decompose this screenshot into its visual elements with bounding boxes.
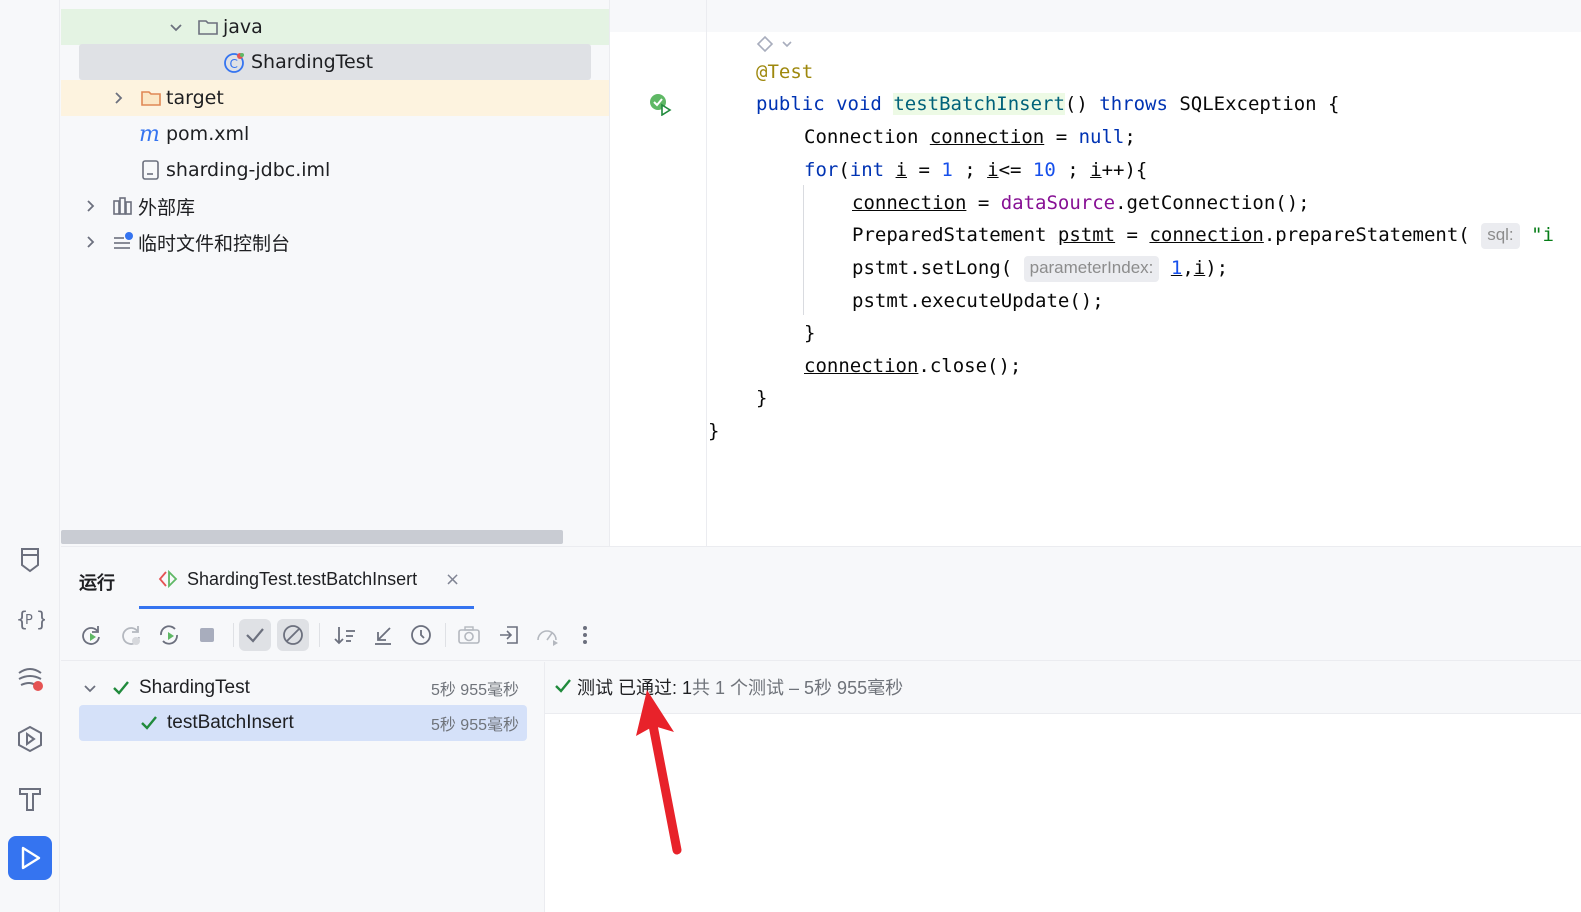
rerun-failed-icon[interactable] xyxy=(115,619,147,651)
build-icon[interactable] xyxy=(8,777,52,821)
tree-item-label: java xyxy=(223,16,263,38)
tree-item-java[interactable]: java xyxy=(61,9,609,45)
tree-item-shardingtest[interactable]: C ShardingTest xyxy=(79,44,591,80)
run-tabs: 运行 ShardingTest.testBatchInsert × xyxy=(61,547,1581,609)
tree-item-pom[interactable]: m pom.xml xyxy=(61,116,609,152)
tree-item-iml[interactable]: sharding-jdbc.iml xyxy=(61,152,609,188)
maven-icon: m xyxy=(139,121,160,147)
tool-window-strip: {}P xyxy=(0,0,60,912)
code-line: connection = dataSource.getConnection(); xyxy=(852,192,1310,214)
history-icon[interactable] xyxy=(405,619,437,651)
sort-icon[interactable] xyxy=(329,619,361,651)
horizontal-scrollbar[interactable] xyxy=(61,530,563,544)
collapse-all-icon[interactable] xyxy=(367,619,399,651)
ai-assistant-icon[interactable] xyxy=(755,33,795,55)
profiler-icon[interactable] xyxy=(531,619,563,651)
test-suite-time: 5秒 955毫秒 xyxy=(430,682,519,699)
test-results-tree: ShardingTest 5秒 955毫秒 testBatchInsert 5秒… xyxy=(61,662,545,912)
tab-label: ShardingTest.testBatchInsert xyxy=(187,569,418,589)
structure-icon[interactable]: {}P xyxy=(8,597,52,641)
tree-item-label: ShardingTest xyxy=(251,51,374,73)
folder-icon xyxy=(141,91,161,106)
tree-item-label: sharding-jdbc.iml xyxy=(166,159,331,181)
passed-check-icon xyxy=(141,716,157,730)
library-icon xyxy=(113,197,132,215)
code-line: Connection connection = null; xyxy=(804,126,1136,148)
test-method-row[interactable]: testBatchInsert 5秒 955毫秒 xyxy=(79,705,527,741)
code-annotation: @Test xyxy=(756,61,814,83)
tree-item-label: 临时文件和控制台 xyxy=(138,232,291,255)
code-line: PreparedStatement pstmt = connection.pre… xyxy=(852,220,1554,250)
test-output[interactable]: 测试 已通过: 1共 1 个测试 – 5秒 955毫秒 xyxy=(545,662,1581,912)
bookmarks-icon[interactable] xyxy=(8,538,52,582)
more-options-icon[interactable] xyxy=(569,619,601,651)
chevron-down-icon[interactable] xyxy=(169,20,183,34)
code-line: } xyxy=(756,387,768,409)
tree-item-label: target xyxy=(166,87,224,109)
file-icon xyxy=(142,160,159,180)
red-arrow-annotation xyxy=(636,690,682,855)
show-passed-icon[interactable] xyxy=(239,619,271,651)
folder-icon xyxy=(198,20,218,35)
project-tree: java C ShardingTest target m pom.xml sha… xyxy=(61,0,609,546)
test-suite-label: ShardingTest xyxy=(139,677,250,698)
tab-sharding-test[interactable]: ShardingTest.testBatchInsert × xyxy=(139,547,474,609)
chevron-right-icon[interactable] xyxy=(83,199,97,213)
chevron-right-icon[interactable] xyxy=(111,91,125,105)
run-test-gutter-icon[interactable] xyxy=(648,92,672,116)
code-line: pstmt.executeUpdate(); xyxy=(852,290,1104,312)
test-suite-row[interactable]: ShardingTest 5秒 955毫秒 xyxy=(79,670,527,706)
code-line: } xyxy=(804,322,816,344)
problems-icon[interactable] xyxy=(8,657,52,701)
param-hint: parameterIndex: xyxy=(1023,255,1160,282)
passed-check-icon xyxy=(113,681,129,695)
import-icon[interactable] xyxy=(493,619,525,651)
services-icon[interactable] xyxy=(8,717,52,761)
param-hint: sql: xyxy=(1481,222,1520,249)
test-status-bar: 测试 已通过: 1共 1 个测试 – 5秒 955毫秒 xyxy=(545,662,1581,714)
run-toolbar xyxy=(61,609,1581,661)
run-tool-window: 运行 ShardingTest.testBatchInsert × Shardi… xyxy=(61,546,1581,912)
ide-window: {}P java C ShardingTest target xyxy=(0,0,1581,912)
test-class-icon: C xyxy=(224,53,244,73)
passed-check-icon xyxy=(555,679,571,693)
test-method-time: 5秒 955毫秒 xyxy=(430,717,519,734)
stop-icon[interactable] xyxy=(191,619,223,651)
code-method-signature: public void testBatchInsert() throws SQL… xyxy=(756,93,1340,115)
test-method-label: testBatchInsert xyxy=(167,712,294,733)
tree-item-target[interactable]: target xyxy=(61,80,609,116)
scratches-icon xyxy=(114,232,133,249)
code-line: } xyxy=(708,420,720,442)
svg-text:}: } xyxy=(36,607,45,631)
close-icon[interactable]: × xyxy=(445,569,460,590)
test-config-icon xyxy=(158,569,178,589)
tree-item-label: pom.xml xyxy=(166,123,250,145)
code-line: pstmt.setLong( parameterIndex: 1,i); xyxy=(852,253,1228,283)
camera-icon[interactable] xyxy=(453,619,485,651)
toggle-auto-test-icon[interactable] xyxy=(153,619,185,651)
tree-item-label: 外部库 xyxy=(138,196,196,219)
svg-text:P: P xyxy=(25,613,33,628)
tree-item-external-libs[interactable]: 外部库 xyxy=(61,188,609,224)
rerun-icon[interactable] xyxy=(75,619,107,651)
show-ignored-icon[interactable] xyxy=(277,619,309,651)
code-line: connection.close(); xyxy=(804,355,1022,377)
run-icon[interactable] xyxy=(8,836,52,880)
tree-item-scratches[interactable]: 临时文件和控制台 xyxy=(61,224,609,260)
chevron-right-icon[interactable] xyxy=(83,235,97,249)
run-panel-title: 运行 xyxy=(79,573,115,593)
svg-text:C: C xyxy=(230,57,238,71)
code-editor[interactable]: @Test public void testBatchInsert() thro… xyxy=(609,0,1581,546)
chevron-down-icon[interactable] xyxy=(83,681,97,695)
code-line: for(int i = 1 ; i<= 10 ; i++){ xyxy=(804,159,1148,181)
